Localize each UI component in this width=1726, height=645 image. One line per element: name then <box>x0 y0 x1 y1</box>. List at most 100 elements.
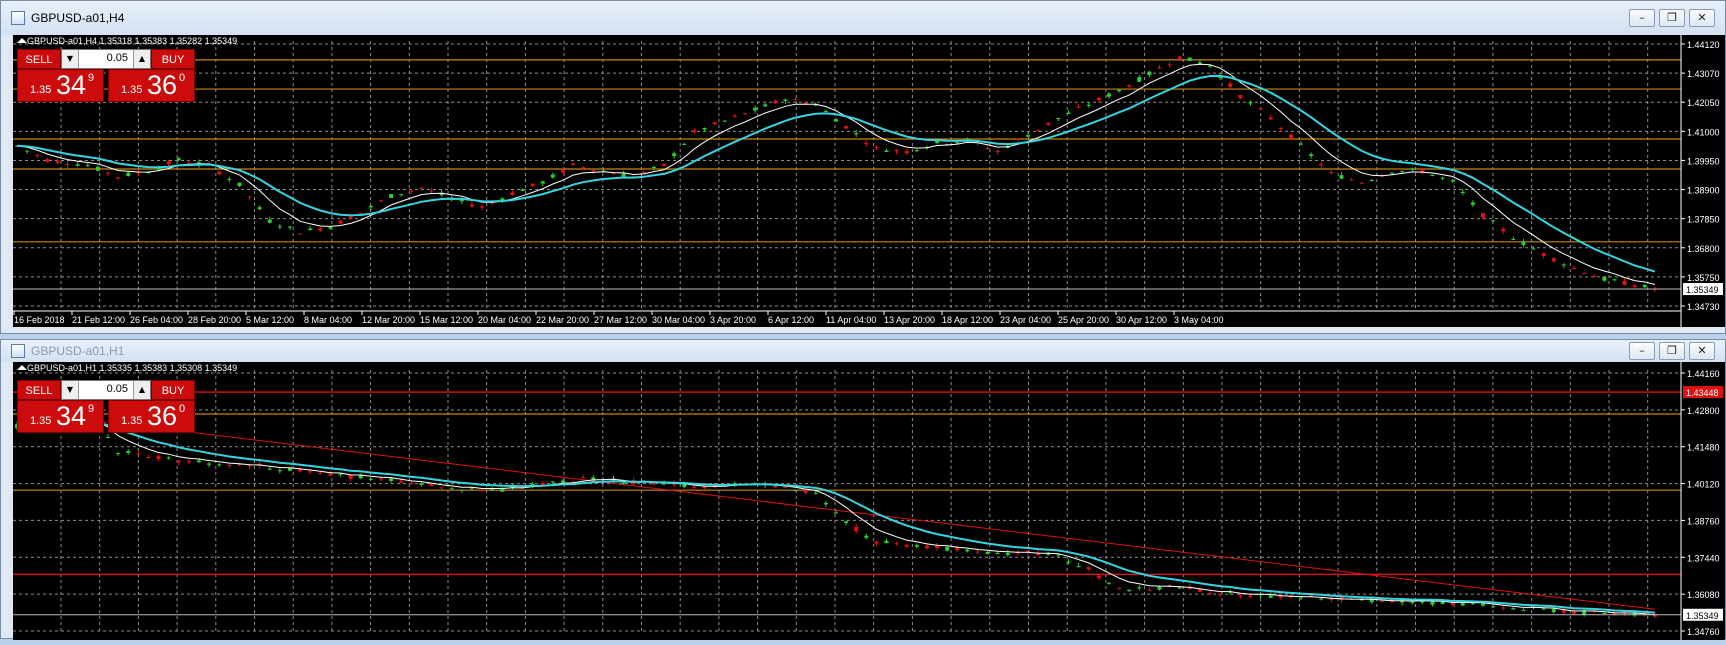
candle-body <box>318 472 323 474</box>
sell-button[interactable]: SELL <box>17 49 61 69</box>
candle-body <box>227 178 232 180</box>
chart-window-h4[interactable]: GBPUSD-a01,H4 – ❐ ✕ 1.44120 1.43070 1.4205… <box>0 0 1726 334</box>
price-tick-label: 1.36080 <box>1687 590 1720 600</box>
price-tick-label: 1.35750 <box>1687 273 1720 283</box>
chart-window-icon <box>11 344 25 358</box>
lot-increase-icon[interactable]: ▲ <box>133 381 150 399</box>
candle-body <box>166 161 171 165</box>
candle-body <box>985 552 990 555</box>
chart-window-h1[interactable]: GBPUSD-a01,H1 – ❐ ✕ 1.44160 1.42800 1.4148… <box>0 339 1726 640</box>
candle-body <box>308 471 313 473</box>
candle-body <box>864 142 869 144</box>
window-titlebar[interactable]: GBPUSD-a01,H1 – ❐ ✕ <box>1 340 1725 362</box>
candle-body <box>682 143 687 145</box>
candle-body <box>904 151 909 154</box>
lot-size-input[interactable]: ▼ 0.05 ▲ <box>61 49 151 69</box>
candle-body <box>1056 117 1061 119</box>
chart-info-line: GBPUSD-a01,H4 1.35318 1.35383 1.35282 1.… <box>27 36 237 46</box>
time-tick-label: 12 Mar 20:00 <box>362 315 415 325</box>
candle-body <box>1288 134 1293 140</box>
candle-body <box>813 492 818 494</box>
close-button[interactable]: ✕ <box>1689 9 1715 27</box>
candle-body <box>1541 608 1546 610</box>
lot-increase-icon[interactable]: ▲ <box>133 50 150 68</box>
candle-body <box>682 484 687 487</box>
close-button[interactable]: ✕ <box>1689 342 1715 360</box>
candle-body <box>1177 587 1182 589</box>
candle-body <box>399 194 404 196</box>
time-tick-label: 3 May 04:00 <box>1174 315 1224 325</box>
candle-body <box>105 172 110 174</box>
candle-body <box>672 153 677 157</box>
candle-body <box>1329 172 1334 174</box>
candle-body <box>1127 589 1132 591</box>
price-chart[interactable]: 1.44160 1.42800 1.41480 1.40120 1.38760 1.374… <box>13 362 1725 640</box>
buy-price-fraction: 0 <box>179 403 186 415</box>
candle-body <box>35 154 40 156</box>
candle-body <box>611 173 616 175</box>
sell-button[interactable]: SELL <box>17 380 61 400</box>
red-level-label: 1.43448 <box>1686 388 1719 398</box>
candle-body <box>449 488 454 490</box>
candle-body <box>1612 279 1617 281</box>
window-titlebar[interactable]: GBPUSD-a01,H4 – ❐ ✕ <box>1 1 1725 35</box>
lot-decrease-icon[interactable]: ▼ <box>62 381 79 399</box>
candle-body <box>318 228 323 231</box>
window-title: GBPUSD-a01,H4 <box>31 11 125 25</box>
buy-price-pips: 36 <box>147 401 178 431</box>
buy-price-button[interactable]: 1.35 36 0 <box>108 69 195 102</box>
candle-body <box>1197 62 1202 64</box>
candle-body <box>1238 595 1243 597</box>
buy-button[interactable]: BUY <box>151 49 195 69</box>
lot-decrease-icon[interactable]: ▼ <box>62 50 79 68</box>
candle-body <box>105 437 110 439</box>
candle-body <box>308 228 313 231</box>
restore-button[interactable]: ❐ <box>1659 9 1685 27</box>
candle-body <box>742 113 747 115</box>
candle-body <box>1572 267 1577 269</box>
time-tick-label: 23 Apr 04:00 <box>1000 315 1051 325</box>
candle-body <box>1369 179 1374 181</box>
candle-body <box>884 540 889 544</box>
candle-body <box>1076 566 1081 568</box>
minimize-button[interactable]: – <box>1629 342 1655 360</box>
candle-body <box>571 163 576 166</box>
buy-price-button[interactable]: 1.35 36 0 <box>108 400 195 433</box>
buy-button[interactable]: BUY <box>151 380 195 400</box>
price-chart[interactable]: 1.44120 1.43070 1.42050 1.41000 1.39950 1.389… <box>13 35 1725 327</box>
chart-area[interactable]: 1.44120 1.43070 1.42050 1.41000 1.39950 1.389… <box>13 35 1725 327</box>
candle-body <box>429 190 434 192</box>
minimize-button[interactable]: – <box>1629 9 1655 27</box>
time-tick-label: 21 Feb 12:00 <box>72 315 125 325</box>
restore-button[interactable]: ❐ <box>1659 342 1685 360</box>
candle-body <box>1309 154 1314 156</box>
candle-body <box>338 220 343 224</box>
candle-body <box>338 473 343 475</box>
buy-price-fraction: 0 <box>179 72 186 84</box>
candle-body <box>520 189 525 191</box>
candle-body <box>975 551 980 553</box>
candle-body <box>25 150 30 152</box>
chart-area[interactable]: 1.44160 1.42800 1.41480 1.40120 1.38760 1.374… <box>13 362 1725 640</box>
lot-size-input[interactable]: ▼ 0.05 ▲ <box>61 380 151 400</box>
candle-body <box>429 484 434 487</box>
time-tick-label: 16 Feb 2018 <box>14 315 65 325</box>
candle-body <box>945 546 950 551</box>
candle-body <box>267 468 272 470</box>
candle-body <box>854 133 859 135</box>
lot-value: 0.05 <box>106 383 128 395</box>
candle-body <box>1531 248 1536 250</box>
candle-body <box>1491 220 1496 222</box>
candle-body <box>439 487 444 489</box>
candle-body <box>823 503 828 505</box>
candle-body <box>1602 277 1607 281</box>
candle-body <box>1086 104 1091 106</box>
candle-body <box>914 149 919 152</box>
sell-price-button[interactable]: 1.35 34 9 <box>17 69 104 102</box>
candle-body <box>217 171 222 175</box>
candle-body <box>844 521 849 523</box>
candle-body <box>1076 106 1081 108</box>
candle-body <box>854 526 859 532</box>
sell-price-button[interactable]: 1.35 34 9 <box>17 400 104 433</box>
candle-body <box>1450 180 1455 182</box>
